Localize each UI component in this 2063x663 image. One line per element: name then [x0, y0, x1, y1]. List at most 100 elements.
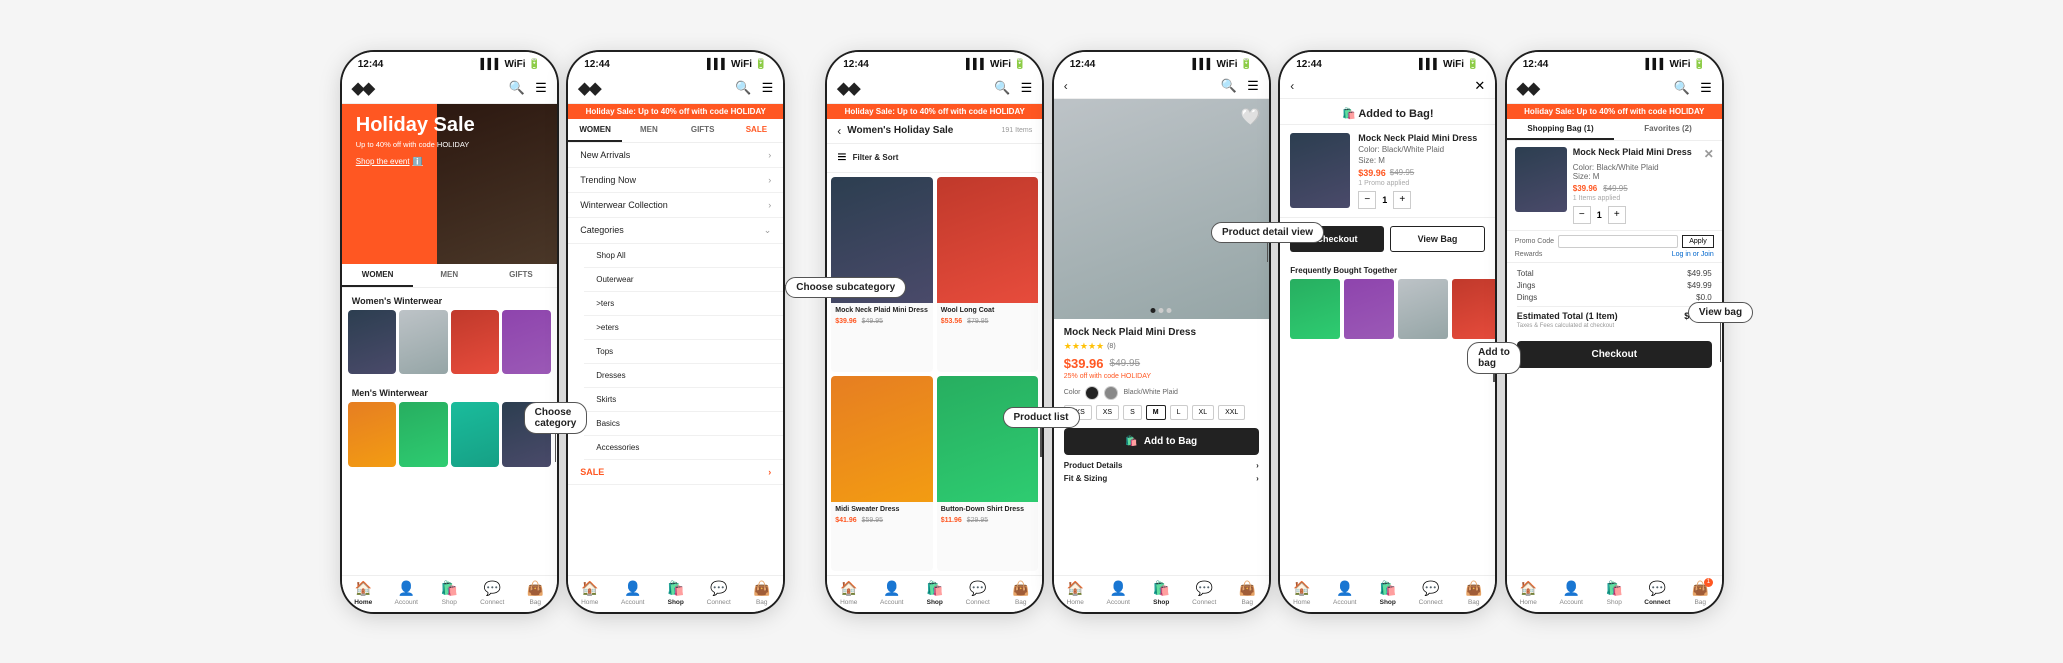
footer-home-1[interactable]: 🏠Home	[342, 580, 385, 606]
product-card-2[interactable]: Wool Long Coat $53.56 $79.95	[937, 177, 1039, 372]
size-m[interactable]: M	[1146, 405, 1166, 420]
size-l[interactable]: L	[1170, 405, 1188, 420]
nav-icons-5[interactable]: ✕	[1474, 78, 1485, 94]
remove-item-btn[interactable]: ✕	[1704, 147, 1714, 161]
back-arrow-4[interactable]: ‹	[1064, 79, 1068, 93]
footer-account-5[interactable]: 👤Account	[1323, 580, 1366, 606]
nav-icons-1[interactable]: 🔍 ☰	[509, 80, 547, 96]
tab-men-2[interactable]: MEN	[622, 119, 676, 142]
menu-accessories[interactable]: Accessories	[584, 436, 783, 460]
size-s[interactable]: S	[1123, 405, 1142, 420]
menu-icon-3[interactable]: ☰	[1021, 80, 1033, 96]
product-card-3[interactable]: Midi Sweater Dress $41.96 $59.95	[831, 376, 933, 571]
search-icon-2[interactable]: 🔍	[735, 80, 751, 96]
search-icon-6[interactable]: 🔍	[1674, 80, 1690, 96]
menu-trending[interactable]: Trending Now›	[568, 168, 783, 193]
product-details-link[interactable]: Product Details	[1064, 461, 1123, 470]
back-arrow-3[interactable]: ‹	[837, 124, 841, 138]
hero-link[interactable]: Shop the event ℹ️	[356, 157, 543, 166]
footer-account-4[interactable]: 👤Account	[1097, 580, 1140, 606]
menu-categories[interactable]: Categories⌄	[568, 218, 783, 244]
footer-home-5[interactable]: 🏠Home	[1280, 580, 1323, 606]
nav-icons-2[interactable]: 🔍 ☰	[735, 80, 773, 96]
footer-account-1[interactable]: 👤Account	[385, 580, 428, 606]
freq-img-2[interactable]	[1344, 279, 1394, 339]
footer-shop-1[interactable]: 🛍️Shop	[428, 580, 471, 606]
footer-shop-4[interactable]: 🛍️Shop	[1140, 580, 1183, 606]
checkout-btn-5[interactable]: Checkout	[1290, 226, 1384, 252]
menu-basics[interactable]: Basics	[584, 412, 783, 436]
search-icon-4[interactable]: 🔍	[1221, 78, 1237, 94]
footer-bag-3[interactable]: 👜Bag	[999, 580, 1042, 606]
bag-tab-favorites[interactable]: Favorites (2)	[1614, 119, 1722, 140]
menu-icon-4[interactable]: ☰	[1247, 78, 1259, 94]
footer-shop-6[interactable]: 🛍️Shop	[1593, 580, 1636, 606]
footer-connect-6[interactable]: 💬Connect	[1636, 580, 1679, 606]
close-icon-5[interactable]: ✕	[1474, 78, 1485, 94]
menu-hoodies[interactable]: >ters	[584, 292, 783, 316]
bag-qty-minus[interactable]: −	[1573, 206, 1591, 224]
size-xxs[interactable]: XXS	[1064, 405, 1092, 420]
menu-icon-1[interactable]: ☰	[535, 80, 547, 96]
footer-shop-3[interactable]: 🛍️Shop	[913, 580, 956, 606]
footer-shop-5[interactable]: 🛍️Shop	[1366, 580, 1409, 606]
add-to-bag-btn[interactable]: 🛍️ Add to Bag	[1064, 428, 1259, 455]
freq-img-1[interactable]	[1290, 279, 1340, 339]
color-dot-gray[interactable]	[1104, 386, 1118, 400]
footer-home-2[interactable]: 🏠Home	[568, 580, 611, 606]
search-icon-3[interactable]: 🔍	[994, 80, 1010, 96]
nav-icons-6[interactable]: 🔍 ☰	[1674, 80, 1712, 96]
menu-skirts[interactable]: Skirts	[584, 388, 783, 412]
footer-account-6[interactable]: 👤Account	[1550, 580, 1593, 606]
filter-sort-btn[interactable]: Filter & Sort	[853, 153, 899, 162]
product-card-1[interactable]: Mock Neck Plaid Mini Dress $39.96 $49.95	[831, 177, 933, 372]
search-icon-1[interactable]: 🔍	[509, 80, 525, 96]
footer-connect-5[interactable]: 💬Connect	[1409, 580, 1452, 606]
menu-shop-all[interactable]: Shop All	[584, 244, 783, 268]
product-thumb-2[interactable]	[399, 310, 448, 375]
menu-icon-6[interactable]: ☰	[1700, 80, 1712, 96]
footer-home-6[interactable]: 🏠Home	[1507, 580, 1550, 606]
product-thumb-1[interactable]	[348, 310, 397, 375]
footer-connect-4[interactable]: 💬Connect	[1183, 580, 1226, 606]
menu-outerwear[interactable]: Outerwear	[584, 268, 783, 292]
freq-img-3[interactable]	[1398, 279, 1448, 339]
tab-women-2[interactable]: WOMEN	[568, 119, 622, 142]
footer-account-2[interactable]: 👤Account	[611, 580, 654, 606]
footer-shop-2[interactable]: 🛍️Shop	[654, 580, 697, 606]
footer-bag-6[interactable]: 👜1Bag	[1679, 580, 1722, 606]
footer-home-4[interactable]: 🏠Home	[1054, 580, 1097, 606]
view-bag-btn-5[interactable]: View Bag	[1390, 226, 1486, 252]
color-dot-black[interactable]	[1085, 386, 1099, 400]
footer-bag-2[interactable]: 👜Bag	[740, 580, 783, 606]
login-link[interactable]: Log in or Join	[1672, 251, 1714, 258]
footer-bag-5[interactable]: 👜Bag	[1452, 580, 1495, 606]
freq-img-4[interactable]	[1452, 279, 1495, 339]
nav-icons-3[interactable]: 🔍 ☰	[994, 80, 1032, 96]
wishlist-icon-4[interactable]: 🤍	[1241, 107, 1261, 127]
footer-connect-2[interactable]: 💬Connect	[697, 580, 740, 606]
menu-new-arrivals[interactable]: New Arrivals›	[568, 143, 783, 168]
tab-women-1[interactable]: WOMEN	[342, 264, 414, 287]
size-xxl[interactable]: XXL	[1218, 405, 1245, 420]
product-thumb-m2[interactable]	[399, 402, 448, 467]
menu-winterwear[interactable]: Winterwear Collection›	[568, 193, 783, 218]
tab-gifts-1[interactable]: GIFTS	[485, 264, 557, 287]
footer-home-3[interactable]: 🏠Home	[827, 580, 870, 606]
size-xl[interactable]: XL	[1192, 405, 1215, 420]
menu-tops[interactable]: Tops	[584, 340, 783, 364]
back-arrow-5[interactable]: ‹	[1290, 79, 1294, 93]
footer-connect-1[interactable]: 💬Connect	[471, 580, 514, 606]
bag-checkout-btn[interactable]: Checkout	[1517, 341, 1712, 368]
menu-sale[interactable]: SALE›	[568, 460, 783, 485]
product-thumb-m1[interactable]	[348, 402, 397, 467]
bag-tab-shopping[interactable]: Shopping Bag (1)	[1507, 119, 1615, 140]
tab-sale-2[interactable]: SALE	[730, 119, 784, 142]
product-thumb-m4[interactable]	[502, 402, 551, 467]
promo-input[interactable]	[1558, 235, 1678, 248]
nav-icons-4[interactable]: 🔍 ☰	[1221, 78, 1259, 94]
bag-qty-plus[interactable]: +	[1608, 206, 1626, 224]
menu-icon-2[interactable]: ☰	[762, 80, 774, 96]
menu-dresses[interactable]: Dresses	[584, 364, 783, 388]
qty-minus-btn[interactable]: −	[1358, 191, 1376, 209]
